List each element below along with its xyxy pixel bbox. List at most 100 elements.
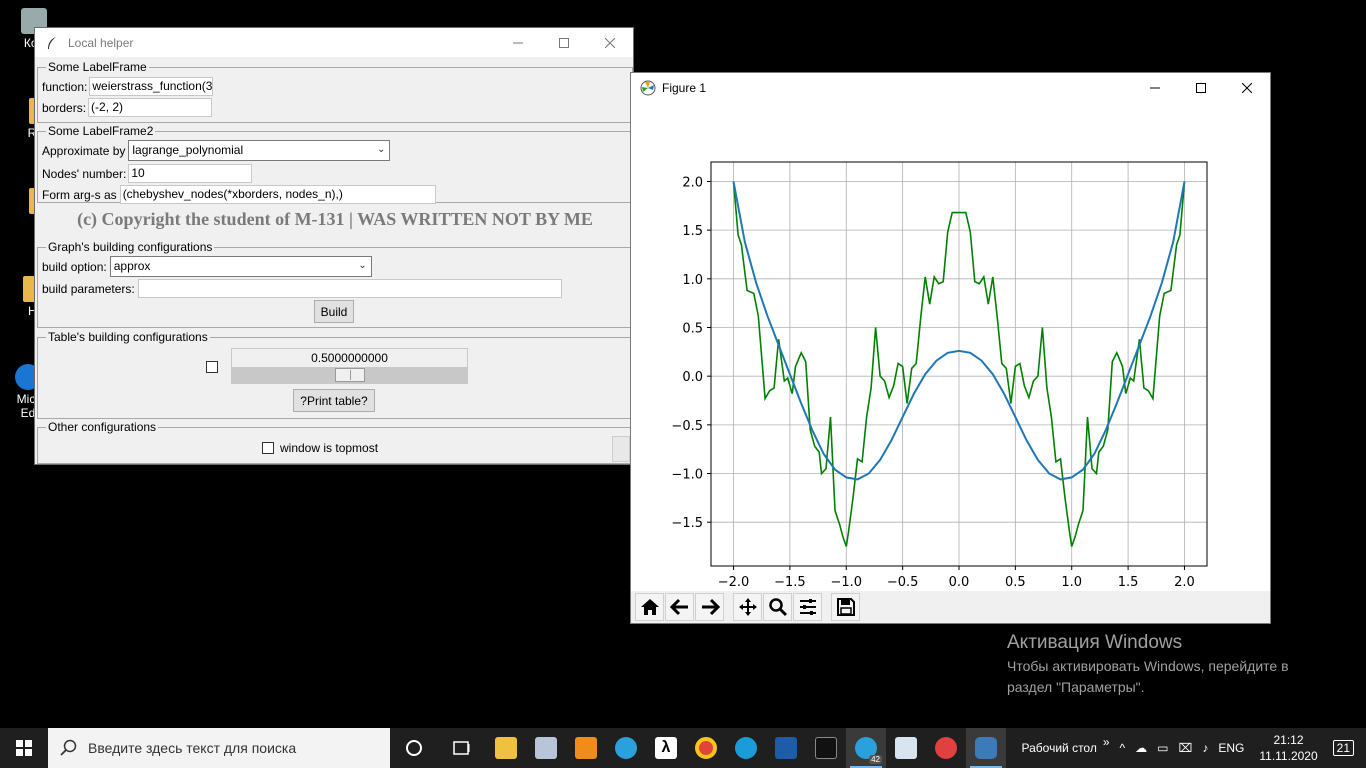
x-tick-label: 0.5 [1005,575,1026,590]
browser-icon[interactable] [926,728,966,768]
clock[interactable]: 21:12 11.11.2020 [1249,732,1327,764]
resize-grip-icon[interactable] [612,436,630,462]
pan-icon[interactable] [733,593,762,621]
scale-widget: 0.5000000000 [231,348,468,384]
search-placeholder: Введите здесь текст для поиска [88,740,297,756]
configure-icon[interactable] [793,593,822,621]
x-tick-label: −1.0 [830,575,862,590]
taskbar-search[interactable]: Введите здесь текст для поиска [48,728,390,768]
file-explorer-icon[interactable] [486,728,526,768]
system-tray: Рабочий стол » ^ ☁ ▭ ⌧ ♪ ENG 21:12 11.11… [1017,728,1366,768]
build-button[interactable]: Build [313,300,355,323]
x-tick-label: 1.0 [1061,575,1082,590]
network-icon[interactable]: ⌧ [1174,741,1198,755]
chart-app-icon[interactable] [766,728,806,768]
window-title: Local helper [68,35,134,50]
close-button[interactable] [1224,73,1270,102]
widgets-icon[interactable] [438,728,486,768]
desktop-label: Рабочий стол [1021,741,1097,755]
task-view-icon[interactable] [390,728,438,768]
minimize-icon [1150,87,1160,88]
back-icon[interactable] [665,593,694,621]
desktop-toolbar[interactable]: Рабочий стол » [1017,735,1115,755]
scale-value: 0.5000000000 [311,351,388,365]
build-option-select[interactable]: approx ⌄ [109,256,372,277]
build-option-label: build option: [42,259,107,274]
print-table-button[interactable]: ?Print table? [293,389,375,412]
lambda-app-icon[interactable]: λ [646,728,686,768]
close-button[interactable] [587,28,633,57]
home-icon[interactable] [635,593,664,621]
y-tick-label: 0.0 [682,370,703,385]
minimize-button[interactable] [495,28,541,57]
language-indicator[interactable]: ENG [1213,741,1249,755]
topmost-label: window is topmost [280,441,379,455]
build-params-input[interactable] [137,279,562,298]
maximize-button[interactable] [541,28,587,57]
title-bar[interactable]: Figure 1 [631,73,1270,102]
chrome-icon[interactable] [686,728,726,768]
labelframe-title: Graph's building configurations [46,240,215,254]
battery-icon[interactable]: ▭ [1152,741,1173,755]
minimize-button[interactable] [1132,73,1178,102]
labelframe-5: Other configurations window is topmost [37,420,633,464]
window-title: Figure 1 [662,80,707,95]
function-input[interactable]: weierstrass_function(3.( [89,77,214,96]
chevron-down-icon: ⌄ [358,260,367,271]
image-app-icon[interactable] [886,728,926,768]
y-tick-label: 2.0 [682,175,703,190]
matplotlib-icon [640,80,656,96]
build-option-value: approx [113,259,151,273]
sublime-text-icon[interactable] [566,728,606,768]
maximize-icon [1196,82,1206,93]
volume-icon[interactable]: ♪ [1197,741,1213,755]
activation-watermark: Активация Windows Чтобы активировать Win… [1007,632,1289,698]
minimize-icon [513,42,523,43]
nodes-input[interactable]: 10 [128,164,253,183]
y-tick-label: 1.5 [682,224,703,239]
table-checkbox[interactable] [206,361,218,373]
forward-icon[interactable] [695,593,724,621]
zoom-icon[interactable] [763,593,792,621]
form-input[interactable]: (chebyshev_nodes(*xborders, nodes_n),) [119,185,436,204]
start-button[interactable] [0,728,48,768]
labelframe-3: Graph's building configurations build op… [37,240,633,328]
x-tick-label: 0.0 [949,575,970,590]
labelframe-title: Other configurations [46,420,159,434]
chevron-up-icon[interactable]: ^ [1115,741,1131,755]
telegram-badge: 42 [869,755,882,764]
edge-icon[interactable] [726,728,766,768]
approximate-select[interactable]: lagrange_polynomial ⌄ [128,140,391,161]
borders-input[interactable]: (-2, 2) [88,98,213,117]
plot-canvas[interactable]: −2.0 −1.5 −1.0 −0.5 0.0 0.5 1.0 1.5 2.0 −1.5 −1.0 −… [631,102,1270,591]
labelframe-title: Some LabelFrame2 [46,124,156,138]
form-label: Form arg-s as [42,187,117,202]
save-icon[interactable] [831,593,860,621]
chevron-right-icon: » [1102,735,1110,749]
python-icon[interactable] [966,728,1006,768]
x-tick-label: −2.0 [718,575,750,590]
maximize-button[interactable] [1178,73,1224,102]
notification-count: 21 [1336,741,1350,755]
scale-trough[interactable] [232,367,467,383]
telegram-icon[interactable] [606,728,646,768]
cloud-icon[interactable]: ☁ [1130,741,1152,755]
y-tick-label: −0.5 [671,419,703,434]
taskbar: Введите здесь текст для поиска λ 42 Рабо… [0,728,1366,768]
labelframe-title: Table's building configurations [46,330,210,344]
watermark-title: Активация Windows [1007,632,1183,653]
python-idle-icon[interactable] [526,728,566,768]
borders-label: borders: [42,100,87,115]
notifications-button[interactable]: 21 [1328,740,1366,756]
terminal-icon[interactable] [806,728,846,768]
local-helper-window: Local helper Some LabelFrame function: w… [34,27,634,465]
topmost-checkbox[interactable] [262,442,274,454]
telegram-active-icon[interactable]: 42 [846,728,886,768]
y-tick-label: 0.5 [682,321,703,336]
close-icon [605,37,615,48]
figure-toolbar [631,591,1270,623]
scale-slider[interactable] [334,368,365,382]
approximate-label: Approximate by [42,143,126,158]
nodes-label: Nodes' number: [42,166,127,181]
title-bar[interactable]: Local helper [35,28,633,57]
